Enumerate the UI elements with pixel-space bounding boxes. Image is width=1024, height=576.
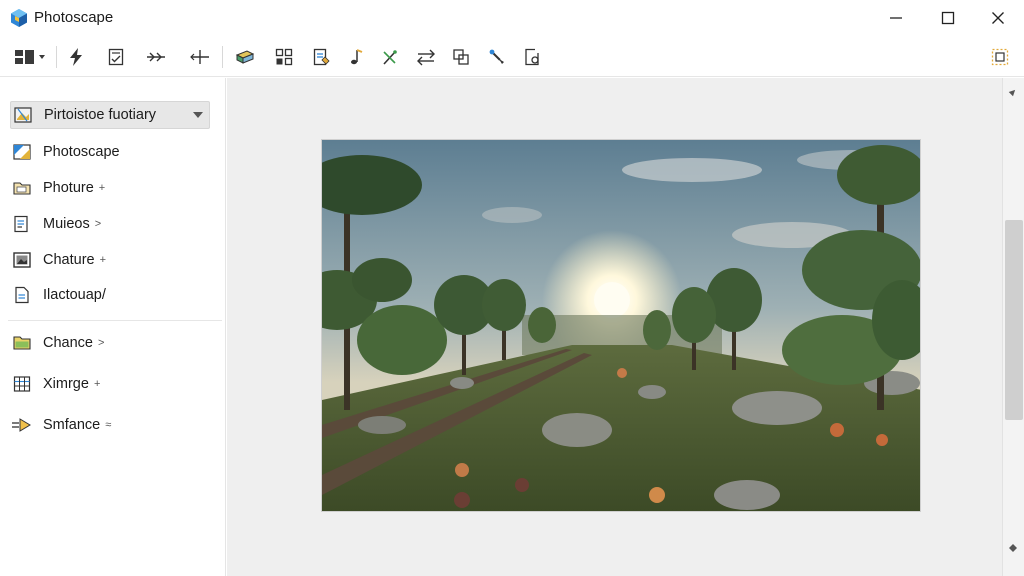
minimize-icon [889, 11, 903, 25]
sidebar-item-chature[interactable]: Chature + [10, 246, 210, 274]
sidebar-item-label: Ximrge [43, 376, 89, 392]
arrows-icon [145, 47, 167, 67]
scroll-down-icon[interactable] [1008, 540, 1018, 558]
swap-button[interactable] [413, 44, 439, 70]
layout-dropdown-button[interactable] [12, 44, 50, 70]
edit-document-button[interactable] [308, 44, 334, 70]
sidebar-item-label: Muieos [43, 216, 90, 232]
maximize-button[interactable] [924, 0, 972, 36]
sidebar-item-suffix: ≈ [105, 419, 112, 431]
sidebar-item-label: Photoscape [43, 144, 120, 160]
close-icon [991, 11, 1005, 25]
sidebar-item-photure[interactable]: Photure + [10, 174, 210, 202]
folder-green-icon [11, 332, 33, 354]
page-icon [11, 284, 33, 306]
selection-grid-icon [990, 47, 1010, 67]
sidebar-item-muieos[interactable]: Muieos > [10, 210, 210, 238]
scrollbar-thumb[interactable] [1005, 220, 1023, 420]
music-note-icon [345, 47, 365, 67]
grid-button[interactable] [271, 44, 297, 70]
photoscape-logo-icon [9, 8, 29, 28]
canvas-area[interactable] [227, 78, 1002, 576]
sidebar-item-label: Chature [43, 252, 95, 268]
split-button[interactable] [187, 44, 213, 70]
folder-photo-icon [11, 177, 33, 199]
swap-icon [415, 47, 437, 67]
minimize-button[interactable] [872, 0, 920, 36]
window-title: Photoscape [34, 9, 114, 26]
maximize-icon [941, 11, 955, 25]
sidebar-item-suffix: + [99, 254, 107, 266]
toolbar-separator [56, 46, 57, 68]
title-bar: Photoscape [0, 0, 1024, 36]
close-button[interactable] [974, 0, 1022, 36]
grid-icon [274, 47, 294, 67]
sidebar-item-label: Smfance [43, 417, 101, 433]
sidebar-item-suffix: + [93, 378, 101, 390]
document-edit-icon [11, 213, 33, 235]
checklist-icon [106, 47, 126, 67]
vertical-scrollbar[interactable] [1002, 78, 1024, 576]
scroll-up-icon[interactable] [1008, 84, 1018, 102]
grid-sheet-icon [11, 373, 33, 395]
music-note-button[interactable] [342, 44, 368, 70]
toolbar-separator [222, 46, 223, 68]
arrows-button[interactable] [143, 44, 169, 70]
selection-grid-button[interactable] [987, 44, 1013, 70]
sidebar-item-label: Chance [43, 335, 93, 351]
brush-button[interactable] [484, 44, 510, 70]
sidebar-item-suffix: > [94, 218, 102, 230]
sidebar-item-label: Ilactouap/ [43, 287, 106, 303]
stack-button[interactable] [232, 44, 258, 70]
document-settings-icon [522, 47, 542, 67]
magic-wand-icon [380, 47, 400, 67]
toolbar [0, 37, 1024, 77]
slideshow-icon [11, 414, 33, 436]
forest-scene-image[interactable] [321, 139, 921, 512]
sidebar-item-photoscape[interactable]: Photoscape [10, 138, 210, 166]
sidebar-divider [8, 320, 222, 321]
document-settings-button[interactable] [519, 44, 545, 70]
chevron-down-icon[interactable] [193, 112, 203, 118]
flash-button[interactable] [63, 44, 89, 70]
edit-document-icon [311, 47, 331, 67]
flash-icon [66, 47, 86, 67]
brush-icon [487, 47, 507, 67]
photo-editor-icon [12, 104, 34, 126]
crop-button[interactable] [448, 44, 474, 70]
sidebar-item-photo-editor[interactable]: Pirtoistoe fuotiary [10, 101, 210, 129]
crop-icon [451, 47, 471, 67]
sidebar-item-ximrge[interactable]: Ximrge + [10, 370, 210, 398]
photoscape-icon [11, 141, 33, 163]
sidebar-item-suffix: + [98, 182, 106, 194]
checklist-button[interactable] [103, 44, 129, 70]
split-icon [189, 47, 211, 67]
magic-wand-button[interactable] [377, 44, 403, 70]
sidebar-item-ilactouap[interactable]: Ilactouap/ [10, 281, 210, 309]
sidebar-item-label: Pirtoistoe fuotiary [44, 107, 157, 123]
sidebar-item-suffix: > [97, 337, 105, 349]
picture-frame-icon [11, 249, 33, 271]
layout-dropdown-icon [13, 47, 49, 67]
sidebar-item-chance[interactable]: Chance > [10, 329, 210, 357]
stack-icon [234, 47, 256, 67]
sidebar-item-label: Photure [43, 180, 94, 196]
sidebar: Pirtoistoe fuotiary Photoscape Photure +… [0, 78, 226, 576]
sidebar-item-smfance[interactable]: Smfance ≈ [10, 411, 210, 439]
